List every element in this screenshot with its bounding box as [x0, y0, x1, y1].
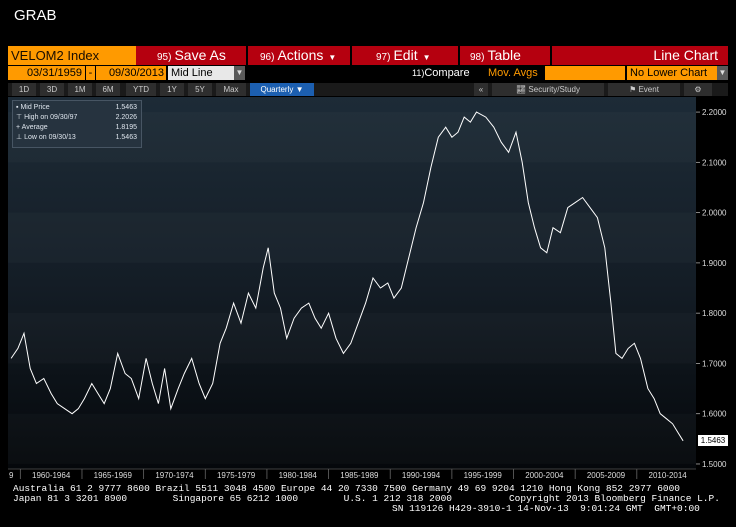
legend-value: 2.2026 [115, 114, 137, 121]
tab-max[interactable]: Max [216, 83, 246, 96]
legend-value: 1.5463 [115, 104, 137, 111]
end-date-field[interactable]: 09/30/2013 [96, 66, 166, 80]
x-edge-label: 9 [9, 471, 14, 480]
y-tick-label: 2.0000 [702, 209, 727, 218]
tab-1y[interactable]: 1Y [160, 83, 184, 96]
actions-menu[interactable]: 96) Actions ▼ [260, 46, 336, 65]
window-title: GRAB [14, 7, 57, 24]
flag-icon: ⚑ [629, 85, 637, 94]
edit-number: 97) [376, 52, 391, 63]
tab-1d[interactable]: 1D [12, 83, 36, 96]
y-tick-label: 2.2000 [702, 108, 727, 117]
legend-label: Average [21, 124, 48, 131]
settings-button[interactable]: ⚙ [684, 83, 712, 96]
legend-item-mid-price: ▪ Mid Price 1.5463 [16, 103, 137, 113]
tab-1m[interactable]: 1M [68, 83, 92, 96]
x-tick-label: 2005-2009 [587, 471, 626, 480]
x-axis: 9 1960-1964 1965-1969 1970-1974 1975-1979 198… [8, 468, 696, 480]
compare-number: 11) [412, 68, 425, 78]
chevron-down-icon[interactable]: ▼ [717, 66, 728, 80]
date-separator: - [86, 66, 95, 80]
save-as-button[interactable]: 95) Save As [157, 46, 226, 65]
plot-band [8, 313, 696, 363]
tab-ytd[interactable]: YTD [126, 83, 156, 96]
table-number: 98) [470, 52, 485, 63]
legend-item-average: + Average 1.8195 [16, 123, 137, 133]
x-tick-label: 2010-2014 [649, 471, 688, 480]
legend-label: Low on 09/30/13 [24, 134, 76, 141]
tab-6m[interactable]: 6M [96, 83, 120, 96]
save-as-number: 95) [157, 52, 172, 63]
ticker-field[interactable]: VELOM2 Index [8, 46, 136, 65]
high-marker-icon: ⊤ [16, 114, 23, 121]
chevron-down-icon: ▼ [295, 85, 304, 94]
security-study-button[interactable]: 📈︎ Security/Study [492, 83, 604, 96]
table-label: Table [487, 47, 521, 63]
x-tick-label: 1985-1989 [340, 471, 379, 480]
x-tick-label: 1970-1974 [155, 471, 194, 480]
legend-label: High on 09/30/97 [24, 114, 78, 121]
menu-divider [550, 46, 552, 65]
menu-divider [246, 46, 248, 65]
line-chart: 1.5000 1.6000 1.7000 1.8000 1.9000 2.0000 2.10… [8, 97, 727, 480]
legend-item-low: ⊥ Low on 09/30/13 1.5463 [16, 133, 137, 143]
legend-item-high: ⊤ High on 09/30/97 2.2026 [16, 113, 137, 123]
x-tick-label: 1980-1984 [279, 471, 318, 480]
chevron-down-icon[interactable]: ▼ [234, 66, 245, 80]
chevron-down-icon: ▼ [328, 53, 337, 62]
chart-icon: 📈︎ [516, 85, 527, 94]
footer-session-line: SN 119126 H429-3910-1 14-Nov-13 9:01:24 … [392, 503, 700, 514]
start-date-field[interactable]: 03/31/1959 [8, 66, 85, 80]
tab-5y[interactable]: 5Y [188, 83, 212, 96]
plot-band [8, 213, 696, 263]
y-tick-label: 1.9000 [702, 259, 727, 268]
actions-label: Actions [277, 47, 324, 63]
tab-3d[interactable]: 3D [40, 83, 64, 96]
y-axis: 1.5000 1.6000 1.7000 1.8000 1.9000 2.0000 2.10… [696, 108, 727, 469]
mov-avgs-label: Mov. Avgs [488, 67, 538, 79]
x-tick-label: 1990-1994 [402, 471, 441, 480]
y-tick-label: 1.7000 [702, 359, 727, 368]
lower-chart-select[interactable]: No Lower Chart [627, 66, 717, 80]
legend-value: 1.8195 [115, 124, 137, 131]
legend-label: Mid Price [20, 104, 50, 111]
last-value-label: 1.5463 [698, 435, 728, 446]
save-as-label: Save As [174, 47, 226, 63]
x-tick-label: 1965-1969 [94, 471, 133, 480]
price-type-select[interactable]: Mid Line [168, 66, 234, 80]
plot-band [8, 414, 696, 464]
chart-type-label[interactable]: Line Chart [653, 46, 718, 65]
legend-value: 1.5463 [115, 134, 137, 141]
menu-divider [458, 46, 460, 65]
x-tick-label: 1995-1999 [464, 471, 503, 480]
table-button[interactable]: 98) Table [470, 46, 521, 65]
legend: ▪ Mid Price 1.5463 ⊤ High on 09/30/97 2.20… [12, 100, 142, 148]
x-tick-label: 2000-2004 [525, 471, 564, 480]
y-tick-label: 2.1000 [702, 158, 727, 167]
square-icon: ▪ [16, 104, 19, 111]
compare-label: Compare [424, 67, 470, 79]
x-tick-label: 1960-1964 [32, 471, 71, 480]
y-tick-label: 1.8000 [702, 309, 727, 318]
edit-label: Edit [393, 47, 418, 63]
compare-button[interactable]: 11)Compare [412, 66, 484, 80]
period-label: Quarterly [260, 85, 294, 94]
event-label: Event [638, 85, 659, 94]
y-tick-label: 1.5000 [702, 460, 727, 469]
period-select[interactable]: Quarterly ▼ [250, 83, 314, 96]
event-button[interactable]: ⚑ Event [608, 83, 680, 96]
mov-avgs-field[interactable] [545, 66, 625, 80]
edit-menu[interactable]: 97) Edit ▼ [376, 46, 431, 65]
x-tick-label: 1975-1979 [217, 471, 256, 480]
y-tick-label: 1.6000 [702, 410, 727, 419]
average-marker-icon: + [16, 124, 21, 131]
gear-icon: ⚙ [694, 85, 702, 94]
menu-divider [350, 46, 352, 65]
collapse-button[interactable]: « [474, 83, 488, 96]
actions-number: 96) [260, 52, 275, 63]
security-study-label: Security/Study [528, 85, 580, 94]
chevron-down-icon: ▼ [422, 53, 431, 62]
low-marker-icon: ⊥ [16, 134, 23, 141]
